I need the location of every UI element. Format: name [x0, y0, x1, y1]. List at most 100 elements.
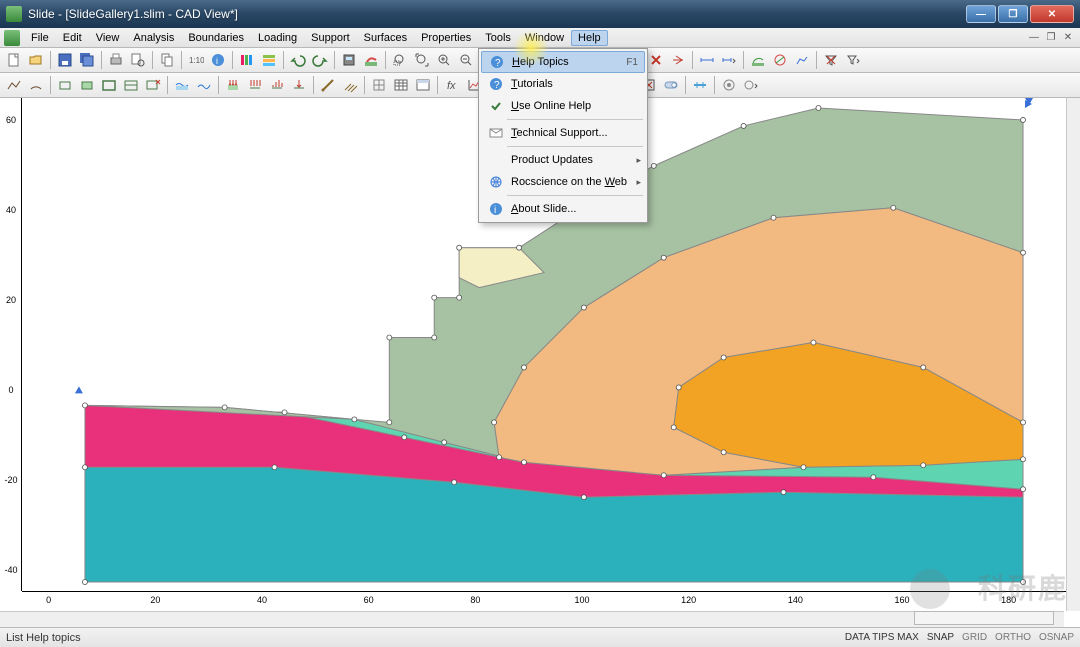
help-item-technical-support-[interactable]: Technical Support... — [481, 122, 645, 144]
delete-icon[interactable] — [646, 50, 666, 70]
zoom-extents-icon[interactable] — [412, 50, 432, 70]
layers-icon[interactable] — [259, 50, 279, 70]
copy-icon[interactable] — [157, 50, 177, 70]
submenu-arrow-icon: ▸ — [636, 155, 641, 166]
close-button[interactable]: ✕ — [1030, 5, 1074, 23]
svg-text:i: i — [216, 56, 218, 66]
info-icon[interactable]: i — [208, 50, 228, 70]
status-toggle-grid[interactable]: GRID — [962, 632, 987, 643]
mdi-close-icon[interactable]: ✕ — [1060, 31, 1076, 45]
menu-analysis[interactable]: Analysis — [126, 30, 181, 46]
help-item-use-online-help[interactable]: Use Online Help — [481, 95, 645, 117]
window-buttons: — ❐ ✕ — [966, 5, 1074, 23]
menu-help[interactable]: Help — [571, 30, 608, 46]
region-icon[interactable] — [77, 75, 97, 95]
status-toggle-ortho[interactable]: ORTHO — [995, 632, 1031, 643]
compute-icon[interactable] — [339, 50, 359, 70]
minimize-button[interactable]: — — [966, 5, 996, 23]
status-toggle-data-tips-max[interactable]: DATA TIPS MAX — [845, 632, 919, 643]
undo-icon[interactable] — [288, 50, 308, 70]
menu-window[interactable]: Window — [518, 30, 571, 46]
load-uniform-icon[interactable] — [245, 75, 265, 95]
table-icon[interactable] — [391, 75, 411, 95]
toggle-view-icon[interactable] — [719, 75, 739, 95]
redo-icon[interactable] — [310, 50, 330, 70]
spreadsheet-icon[interactable] — [413, 75, 433, 95]
ruler-vertical: -40-200204060 — [0, 98, 22, 591]
menu-boundaries[interactable]: Boundaries — [181, 30, 251, 46]
bolt-pattern-icon[interactable] — [340, 75, 360, 95]
menu-properties[interactable]: Properties — [414, 30, 478, 46]
rectangle-icon[interactable] — [55, 75, 75, 95]
material-bars-icon[interactable] — [237, 50, 257, 70]
scrollbar-vertical[interactable] — [1066, 98, 1080, 611]
toggle-view-menu-icon[interactable] — [741, 75, 761, 95]
div-style-icon[interactable] — [690, 75, 710, 95]
menu-loading[interactable]: Loading — [251, 30, 304, 46]
boundary-delete-icon[interactable] — [143, 75, 163, 95]
boundary-external-icon[interactable] — [99, 75, 119, 95]
menu-item-label: Help Topics — [508, 56, 626, 68]
dimension-menu-icon[interactable] — [719, 50, 739, 70]
menu-tools[interactable]: Tools — [478, 30, 518, 46]
menu-surfaces[interactable]: Surfaces — [357, 30, 414, 46]
zoom-out-icon[interactable] — [456, 50, 476, 70]
piezo-line-icon[interactable] — [194, 75, 214, 95]
load-triangular-icon[interactable] — [267, 75, 287, 95]
zoom-in-icon[interactable] — [434, 50, 454, 70]
menu-view[interactable]: View — [89, 30, 127, 46]
save-icon[interactable] — [55, 50, 75, 70]
ruler-x-tick: 180 — [1001, 595, 1016, 605]
status-toggle-snap[interactable]: SNAP — [927, 632, 954, 643]
interpret-icon[interactable] — [361, 50, 381, 70]
bolts-icon[interactable] — [318, 75, 338, 95]
grid-icon[interactable] — [369, 75, 389, 95]
help-item-tutorials[interactable]: ?Tutorials — [481, 73, 645, 95]
maximize-button[interactable]: ❐ — [998, 5, 1028, 23]
print-icon[interactable] — [106, 50, 126, 70]
status-toggle-osnap[interactable]: OSNAP — [1039, 632, 1074, 643]
filter-icon[interactable] — [821, 50, 841, 70]
surcharge-icon[interactable] — [223, 75, 243, 95]
water-table-icon[interactable] — [172, 75, 192, 95]
mail-icon — [485, 126, 507, 140]
toggle-icon[interactable] — [661, 75, 681, 95]
print-preview-icon[interactable] — [128, 50, 148, 70]
new-file-icon[interactable] — [4, 50, 24, 70]
slip-noncircular-icon[interactable] — [792, 50, 812, 70]
mdi-restore-icon[interactable]: ❐ — [1043, 31, 1059, 45]
mdi-minimize-icon[interactable]: — — [1026, 31, 1042, 45]
dimension-h-icon[interactable] — [697, 50, 717, 70]
help-item-about-slide-[interactable]: iAbout Slide... — [481, 198, 645, 220]
zoom-window-icon[interactable] — [390, 50, 410, 70]
boundary-material-icon[interactable] — [121, 75, 141, 95]
statusbar: List Help topics DATA TIPS MAXSNAPGRIDOR… — [0, 627, 1080, 647]
open-file-icon[interactable] — [26, 50, 46, 70]
function-icon[interactable]: fx — [442, 75, 462, 95]
save-all-icon[interactable] — [77, 50, 97, 70]
polyline-icon[interactable] — [4, 75, 24, 95]
menu-edit[interactable]: Edit — [56, 30, 89, 46]
arc-icon[interactable] — [26, 75, 46, 95]
svg-text:?: ? — [494, 80, 500, 91]
help-icon: ? — [485, 77, 507, 91]
ruler-horizontal: 020406080100120140160180 — [22, 591, 1066, 611]
zoom-ratio-icon[interactable]: 1:10 — [186, 50, 206, 70]
ruler-x-tick: 80 — [470, 595, 480, 605]
menu-support[interactable]: Support — [304, 30, 357, 46]
help-item-help-topics[interactable]: ?Help TopicsF1 — [481, 51, 645, 73]
menubar: FileEditViewAnalysisBoundariesLoadingSup… — [0, 28, 1080, 48]
menu-file[interactable]: File — [24, 30, 56, 46]
svg-text:fx: fx — [447, 80, 456, 92]
filter-menu-icon[interactable] — [843, 50, 863, 70]
help-item-product-updates[interactable]: Product Updates▸ — [481, 149, 645, 171]
ruler-x-tick: 100 — [574, 595, 589, 605]
scrollbar-horizontal[interactable] — [0, 611, 1064, 627]
slip-surface-icon[interactable] — [770, 50, 790, 70]
ruler-x-tick: 20 — [150, 595, 160, 605]
slip-circle-icon[interactable] — [748, 50, 768, 70]
help-item-rocscience-on-the-web[interactable]: Rocscience on the Web▸ — [481, 171, 645, 193]
status-toggles: DATA TIPS MAX SNAP GRID ORTHO OSNAP — [845, 632, 1074, 643]
load-point-icon[interactable] — [289, 75, 309, 95]
flip-icon[interactable] — [668, 50, 688, 70]
